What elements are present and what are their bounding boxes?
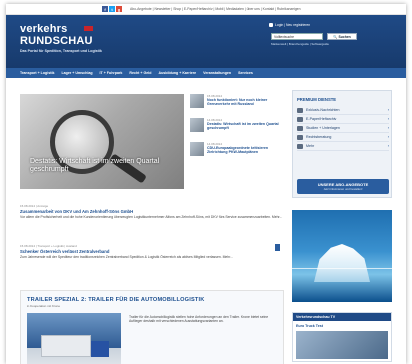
- teaser-item[interactable]: 14.08.2014 Destatis: Wirtschaft ist im z…: [190, 118, 284, 138]
- search-input[interactable]: [271, 33, 323, 40]
- logo-rundschau[interactable]: RUNDSCHAU: [20, 35, 93, 47]
- premium-title: PREMIUM DIENSTE: [297, 97, 337, 102]
- nav-item-recht[interactable]: Recht + Geld: [129, 71, 151, 75]
- googleplus-icon[interactable]: g: [116, 6, 122, 12]
- special-text: Trailer für die Automobillogistik stelle…: [129, 315, 269, 324]
- article-headline[interactable]: Zusammenarbeit von DKV und Am Zehnhoff-S…: [20, 209, 284, 214]
- article-meta: 15.08.2014 | Anzeige: [20, 204, 49, 208]
- article-meta: 15.08.2014 | Transport + Logistik | Ausl…: [20, 244, 77, 248]
- sidebar: PREMIUM DIENSTE Exklusiv-Nachrichten › E…: [292, 90, 392, 198]
- premium-item-exklusiv[interactable]: Exklusiv-Nachrichten ›: [297, 106, 389, 115]
- chevron-right-icon: ›: [387, 126, 389, 130]
- teaser-title[interactable]: CDU-Europaabgeordnete kritisieren Zielri…: [207, 146, 284, 155]
- nav-item-it[interactable]: IT + Fuhrpark: [100, 71, 123, 75]
- teaser-item[interactable]: 15.08.2014 Noch funktioniert: Nur noch k…: [190, 94, 284, 114]
- search-icon: 🔍: [333, 34, 338, 39]
- special-subtitle: in Kooperation mit Krone: [27, 304, 61, 308]
- teaser-title[interactable]: Destatis: Wirtschaft ist im zweiten Quar…: [207, 122, 284, 131]
- article-headline[interactable]: Schenker Österreich verlässt Zentralverb…: [20, 249, 284, 254]
- login-link[interactable]: Login | Neu registrieren: [269, 23, 310, 27]
- waterline: [292, 268, 392, 269]
- article-item[interactable]: 15.08.2014 | Anzeige Zusammenarbeit von …: [20, 204, 284, 219]
- trailer-special-box: TRAILER SPEZIAL 2: TRAILER FÜR DIE AUTOM…: [20, 290, 284, 364]
- twitter-icon[interactable]: t: [109, 6, 115, 12]
- premium-item-label: Exklusiv-Nachrichten: [306, 108, 340, 112]
- site-header: verkehrs RUNDSCHAU Das Portal für Spedit…: [6, 15, 406, 68]
- nav-item-services[interactable]: Services: [238, 71, 253, 75]
- premium-services-box: PREMIUM DIENSTE Exklusiv-Nachrichten › E…: [292, 90, 392, 198]
- abo-button-subtitle: Jetzt informieren und bestellen!: [323, 187, 363, 191]
- tv-video-thumbnail[interactable]: [296, 331, 388, 359]
- nav-item-lager[interactable]: Lager + Umschlag: [61, 71, 92, 75]
- nav-item-transport[interactable]: Transport + Logistik: [20, 71, 54, 75]
- iceberg-illustration: [314, 244, 370, 282]
- nav-item-veranstaltungen[interactable]: Veranstaltungen: [203, 71, 231, 75]
- search-button-label: Suchen: [338, 34, 351, 39]
- premium-item-label: Mehr: [306, 144, 315, 148]
- teaser-title[interactable]: Noch funktioniert: Nur noch kleiner Gren…: [207, 98, 284, 107]
- teaser-thumbnail: [190, 94, 204, 108]
- utility-links[interactable]: Abo-Angebote | Newsletter | Shop | E-Pap…: [130, 7, 300, 11]
- abo-offers-button[interactable]: UNSERE ABO-ANGEBOTE Jetzt informieren un…: [297, 179, 389, 194]
- teaser-item[interactable]: 14.08.2014 CDU-Europaabgeordnete kritisi…: [190, 142, 284, 162]
- social-links: f t g: [102, 6, 122, 12]
- premium-item-label: Studien + Unterlagen: [306, 126, 340, 130]
- browser-page: f t g Abo-Angebote | Newsletter | Shop |…: [6, 4, 406, 364]
- chevron-right-icon: ›: [387, 135, 389, 139]
- tv-header: Verkehrsrundschau TV: [293, 313, 391, 321]
- iceberg-advertisement[interactable]: [292, 210, 392, 302]
- main-nav: Transport + Logistik Lager + Umschlag IT…: [6, 68, 406, 78]
- chevron-right-icon: ›: [387, 108, 389, 112]
- special-title[interactable]: TRAILER SPEZIAL 2: TRAILER FÜR DIE AUTOM…: [27, 297, 205, 303]
- login-label[interactable]: Login | Neu registrieren: [275, 23, 310, 27]
- inbox-icon: [297, 107, 303, 113]
- logo-verkehrs[interactable]: verkehrs: [20, 23, 67, 35]
- premium-item-label: E-Paper/Heftarchiv: [306, 117, 337, 121]
- utility-bar: f t g Abo-Angebote | Newsletter | Shop |…: [6, 4, 406, 15]
- premium-item-epaper[interactable]: E-Paper/Heftarchiv ›: [297, 115, 389, 124]
- chevron-right-icon: ›: [387, 117, 389, 121]
- epaper-icon: [297, 116, 303, 122]
- premium-item-mehr[interactable]: Mehr ›: [297, 142, 389, 151]
- premium-item-label: Rechtsberatung: [306, 135, 332, 139]
- article-item[interactable]: 15.08.2014 | Transport + Logistik | Ausl…: [20, 244, 284, 259]
- truck-cab-illustration: [91, 341, 109, 357]
- legal-icon: [297, 134, 303, 140]
- studies-icon: [297, 125, 303, 131]
- teaser-list: 15.08.2014 Noch funktioniert: Nur noch k…: [190, 94, 284, 166]
- premium-item-recht[interactable]: Rechtsberatung ›: [297, 133, 389, 142]
- nav-item-ausbildung[interactable]: Ausbildung + Karriere: [158, 71, 196, 75]
- site-tagline: Das Portal für Spedition, Transport und …: [20, 49, 102, 53]
- more-icon: [297, 143, 303, 149]
- premium-list: Exklusiv-Nachrichten › E-Paper/Heftarchi…: [297, 106, 389, 151]
- premium-item-studien[interactable]: Studien + Unterlagen ›: [297, 124, 389, 133]
- teaser-thumbnail: [190, 118, 204, 132]
- facebook-icon[interactable]: f: [102, 6, 108, 12]
- special-image[interactable]: [27, 313, 121, 364]
- tv-title[interactable]: Euro Truck Test: [293, 321, 391, 331]
- search-sublinks[interactable]: Markenwelt | Branchenguide | Softwarguid…: [271, 42, 329, 46]
- bookmark-icon[interactable]: [275, 244, 280, 251]
- hero-image[interactable]: Destatis: Wirtschaft ist im zweiten Quar…: [20, 94, 184, 189]
- chevron-right-icon: ›: [387, 144, 389, 148]
- teaser-thumbnail: [190, 142, 204, 156]
- trailer-illustration: [41, 335, 91, 357]
- tv-box: Verkehrsrundschau TV Euro Truck Test: [292, 312, 392, 362]
- article-teaser-text: Zum Jahresende will der Spediteur den tr…: [20, 255, 233, 259]
- logo-flag-icon: [84, 26, 93, 31]
- hero-caption[interactable]: Destatis: Wirtschaft ist im zweiten Quar…: [30, 158, 180, 174]
- lock-icon: [269, 23, 273, 27]
- search-button[interactable]: 🔍 Suchen: [327, 33, 357, 40]
- article-teaser-text: Vor allem die Profisicherheit und die ho…: [20, 215, 283, 219]
